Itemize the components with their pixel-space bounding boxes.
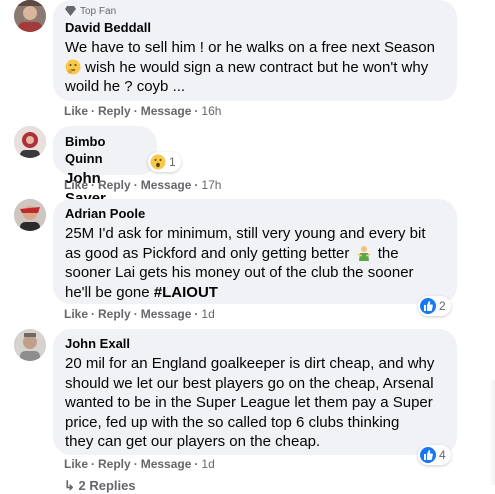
comment-line: as good as Pickford and only getting bet… xyxy=(65,244,445,264)
hashtag-link[interactable]: #LAIOUT xyxy=(154,284,218,301)
comment-bubble: John Exall 20 mil for an England goalkee… xyxy=(53,329,457,455)
separator: · xyxy=(133,104,138,118)
comment-line: 20 mil for an England goalkeeper is dirt… xyxy=(65,355,435,372)
separator: · xyxy=(133,307,138,321)
avatar[interactable] xyxy=(14,199,46,231)
comment-line: they can get our players on the cheap. xyxy=(65,433,321,450)
comment-actions: Like · Reply · Message · 1d xyxy=(64,307,215,321)
separator: · xyxy=(91,178,96,192)
timestamp[interactable]: 1d xyxy=(201,307,214,321)
comment-text: 25M I'd ask for minimum, still very youn… xyxy=(65,224,445,302)
badge-label: Top Fan xyxy=(80,5,117,17)
separator: · xyxy=(133,457,138,471)
reaction-count: 4 xyxy=(439,448,446,462)
reaction-summary[interactable]: 1 xyxy=(148,152,181,172)
comment-bubble: Top Fan David Beddall We have to sell hi… xyxy=(53,0,457,101)
commenter-name[interactable]: Bimbo Quinn xyxy=(65,133,145,167)
wow-reaction-icon xyxy=(150,154,166,170)
comment-line-text: the xyxy=(377,244,399,262)
comment-text: We have to sell him ! or he walks on a f… xyxy=(65,38,445,97)
person-emoji xyxy=(356,245,372,261)
reply-link[interactable]: Reply xyxy=(98,178,131,192)
comment-actions: Like · Reply · Message · 17h xyxy=(64,178,221,192)
like-link[interactable]: Like xyxy=(64,178,88,192)
top-fan-badge: Top Fan xyxy=(65,4,445,18)
comment-line: 25M I'd ask for minimum, still very youn… xyxy=(65,225,426,242)
like-link[interactable]: Like xyxy=(64,457,88,471)
diamond-icon xyxy=(65,6,76,16)
separator: · xyxy=(133,178,138,192)
separator: · xyxy=(194,178,199,192)
timestamp[interactable]: 17h xyxy=(201,178,221,192)
scroll-shadow xyxy=(489,380,495,485)
view-replies-link[interactable]: ↳ 2 Replies xyxy=(64,478,136,494)
message-link[interactable]: Message xyxy=(141,104,192,118)
comment-line: wish he would sign a new contract but he… xyxy=(65,58,445,78)
commenter-name[interactable]: John Exall xyxy=(65,335,445,352)
separator: · xyxy=(91,307,96,321)
comment-actions: Like · Reply · Message · 16h xyxy=(64,104,221,118)
separator: · xyxy=(194,457,199,471)
comment-bubble: Adrian Poole 25M I'd ask for minimum, st… xyxy=(53,199,457,304)
comment-line: We have to sell him ! or he walks on a f… xyxy=(65,39,435,56)
comment-line: he'll be gone #LAIOUT xyxy=(65,283,445,303)
commenter-name[interactable]: David Beddall xyxy=(65,19,445,36)
like-link[interactable]: Like xyxy=(64,104,88,118)
reply-link[interactable]: Reply xyxy=(98,104,131,118)
separator: · xyxy=(194,307,199,321)
reaction-summary[interactable]: 4 xyxy=(418,445,451,465)
reaction-count: 2 xyxy=(439,299,446,313)
like-link[interactable]: Like xyxy=(64,307,88,321)
avatar[interactable] xyxy=(14,329,46,361)
avatar[interactable] xyxy=(14,0,46,32)
reply-link[interactable]: Reply xyxy=(98,307,131,321)
comment-line: wanted to be in the Super League let the… xyxy=(65,394,433,411)
comment-line-text: he'll be gone xyxy=(65,283,154,301)
message-link[interactable]: Message xyxy=(141,178,192,192)
avatar[interactable] xyxy=(14,126,46,158)
reaction-count: 1 xyxy=(169,155,176,169)
separator: · xyxy=(91,104,96,118)
timestamp[interactable]: 16h xyxy=(201,104,221,118)
message-link[interactable]: Message xyxy=(141,307,192,321)
comment-actions: Like · Reply · Message · 1d xyxy=(64,457,215,471)
comment-bubble: Bimbo Quinn John Sayer xyxy=(53,126,157,207)
reaction-summary[interactable]: 2 xyxy=(418,296,451,316)
message-link[interactable]: Message xyxy=(141,457,192,471)
like-reaction-icon xyxy=(420,447,436,463)
reply-link[interactable]: Reply xyxy=(98,457,131,471)
comment-line: sooner Lai gets his money out of the clu… xyxy=(65,264,414,281)
comment-line: should we let our best players go on the… xyxy=(65,374,434,392)
comment-text: 20 mil for an England goalkeeper is dirt… xyxy=(65,354,445,452)
timestamp[interactable]: 1d xyxy=(201,457,214,471)
comment-line: woild he ? coyb ... xyxy=(65,78,186,95)
separator: · xyxy=(91,457,96,471)
separator: · xyxy=(194,104,199,118)
comment-line: price, fed up with the so called top 6 c… xyxy=(65,413,400,431)
comment-line-text: wish he would sign a new contract but he… xyxy=(85,58,429,76)
thinking-face-emoji xyxy=(65,59,81,75)
like-reaction-icon xyxy=(420,298,436,314)
comment-line-text: as good as Pickford and only getting bet… xyxy=(65,244,350,262)
commenter-name[interactable]: Adrian Poole xyxy=(65,205,445,222)
